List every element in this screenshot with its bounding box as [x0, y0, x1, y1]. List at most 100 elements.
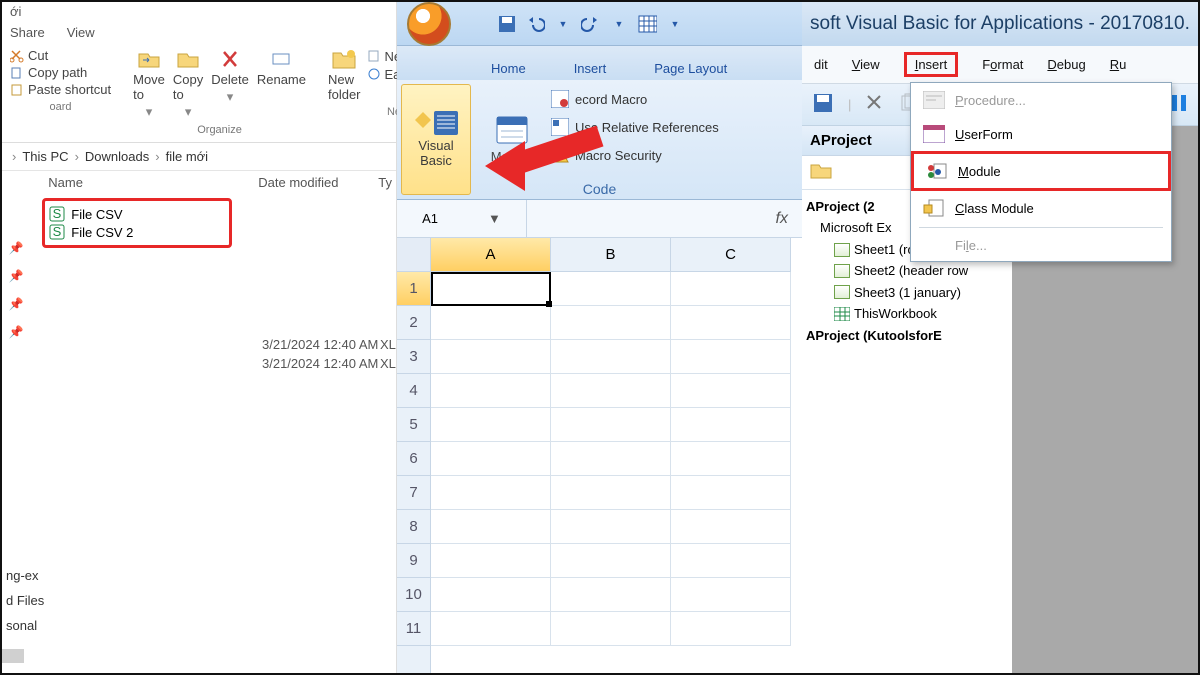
cell[interactable] [431, 408, 551, 442]
cell[interactable] [551, 578, 671, 612]
calendar-icon[interactable] [637, 14, 657, 34]
sheet-node[interactable]: Sheet2 (header row [806, 260, 1010, 281]
cell[interactable] [431, 510, 551, 544]
cell[interactable] [431, 544, 551, 578]
row-header[interactable]: 1 [397, 272, 430, 306]
row-header[interactable]: 5 [397, 408, 430, 442]
cell[interactable] [551, 476, 671, 510]
name-box[interactable]: A1▼ [397, 200, 527, 237]
copy-to-button[interactable]: Copy to▾ [173, 48, 203, 120]
undo-icon[interactable] [525, 14, 545, 34]
insert-userform[interactable]: UserForm [911, 117, 1171, 151]
menu-edit[interactable]: dit [814, 57, 828, 72]
visual-basic-button[interactable]: Visual Basic [401, 84, 471, 195]
tab-home[interactable]: Home [487, 55, 530, 80]
macro-security-button[interactable]: !Macro Security [551, 146, 719, 164]
row-header[interactable]: 10 [397, 578, 430, 612]
cell[interactable] [671, 476, 791, 510]
cell[interactable] [551, 510, 671, 544]
cut-button[interactable]: Cut [10, 48, 111, 63]
insert-class-module[interactable]: Class Module [911, 191, 1171, 225]
chevron-down-icon[interactable]: ▼ [488, 211, 501, 226]
cell[interactable] [671, 408, 791, 442]
project-root[interactable]: AProject (KutoolsforE [806, 325, 1010, 346]
cell[interactable] [551, 442, 671, 476]
folder-icon[interactable] [810, 162, 832, 180]
record-macro-button[interactable]: ecord Macro [551, 90, 719, 108]
chevron-down-icon[interactable]: ▼ [609, 14, 629, 34]
save-icon[interactable] [812, 92, 834, 117]
row-header[interactable]: 2 [397, 306, 430, 340]
menu-run[interactable]: Ru [1110, 57, 1127, 72]
cell[interactable] [551, 374, 671, 408]
cell[interactable] [551, 612, 671, 646]
cell[interactable] [431, 612, 551, 646]
rename-button[interactable]: Rename [257, 48, 306, 87]
cell-a1[interactable] [431, 272, 551, 306]
cell[interactable] [431, 578, 551, 612]
paste-shortcut-button[interactable]: Paste shortcut [10, 82, 111, 97]
cell[interactable] [551, 272, 671, 306]
pause-icon[interactable] [1170, 93, 1188, 116]
qat-customize-icon[interactable]: ▼ [665, 14, 685, 34]
row-header[interactable]: 6 [397, 442, 430, 476]
file-row[interactable]: S File CSV [49, 205, 225, 223]
cell[interactable] [671, 340, 791, 374]
redo-icon[interactable] [581, 14, 601, 34]
menu-format[interactable]: Format [982, 57, 1023, 72]
thisworkbook-node[interactable]: ThisWorkbook [806, 303, 1010, 324]
cell[interactable] [551, 408, 671, 442]
cell[interactable] [671, 612, 791, 646]
cell[interactable] [671, 374, 791, 408]
cell[interactable] [671, 510, 791, 544]
tab-page-layout[interactable]: Page Layout [650, 55, 731, 80]
menu-view[interactable]: View [852, 57, 880, 72]
cell[interactable] [671, 442, 791, 476]
cell[interactable] [431, 306, 551, 340]
macros-button[interactable]: Macros [477, 84, 547, 195]
cell[interactable] [551, 544, 671, 578]
row-header[interactable]: 3 [397, 340, 430, 374]
tab-share[interactable]: Share [10, 25, 45, 40]
new-folder-button[interactable]: New folder [328, 48, 361, 102]
column-headers[interactable]: Name Date modified Ty [30, 171, 396, 194]
save-icon[interactable] [497, 14, 517, 34]
cell[interactable] [671, 578, 791, 612]
row-header[interactable]: 9 [397, 544, 430, 578]
col-header[interactable]: C [671, 238, 791, 272]
cell[interactable] [671, 272, 791, 306]
cell[interactable] [431, 442, 551, 476]
tab-view[interactable]: View [67, 25, 95, 40]
cell[interactable] [551, 340, 671, 374]
row-header[interactable]: 4 [397, 374, 430, 408]
menu-insert[interactable]: Insert [904, 52, 959, 77]
insert-module[interactable]: Module [911, 151, 1171, 191]
quick-access-list[interactable]: ng-ex d Files sonal [6, 568, 66, 633]
cell[interactable] [551, 306, 671, 340]
tab-insert[interactable]: Insert [570, 55, 611, 80]
breadcrumb[interactable]: › This PC› Downloads› file mới [2, 143, 396, 171]
col-header[interactable]: A [431, 238, 551, 272]
row-header[interactable]: 11 [397, 612, 430, 646]
file-row[interactable]: S File CSV 2 [49, 223, 225, 241]
col-header[interactable]: B [551, 238, 671, 272]
cell[interactable] [671, 306, 791, 340]
cut-icon[interactable] [865, 93, 885, 116]
sheet-node[interactable]: Sheet3 (1 january) [806, 282, 1010, 303]
worksheet-grid[interactable]: 1 2 3 4 5 6 7 8 9 10 11 A B C [397, 238, 802, 673]
row-header[interactable]: 7 [397, 476, 430, 510]
row-header[interactable]: 8 [397, 510, 430, 544]
fx-label[interactable]: fx [762, 210, 802, 228]
relative-refs-button[interactable]: Use Relative References [551, 118, 719, 136]
copy-path-button[interactable]: Copy path [10, 65, 111, 80]
move-to-button[interactable]: Move to▾ [133, 48, 165, 120]
delete-button[interactable]: Delete▾ [211, 48, 249, 105]
cell[interactable] [431, 374, 551, 408]
cell[interactable] [431, 340, 551, 374]
chevron-down-icon[interactable]: ▼ [553, 14, 573, 34]
office-button[interactable] [407, 2, 451, 46]
menu-debug[interactable]: Debug [1047, 57, 1085, 72]
cell[interactable] [671, 544, 791, 578]
cell[interactable] [431, 476, 551, 510]
select-all-corner[interactable] [397, 238, 430, 272]
